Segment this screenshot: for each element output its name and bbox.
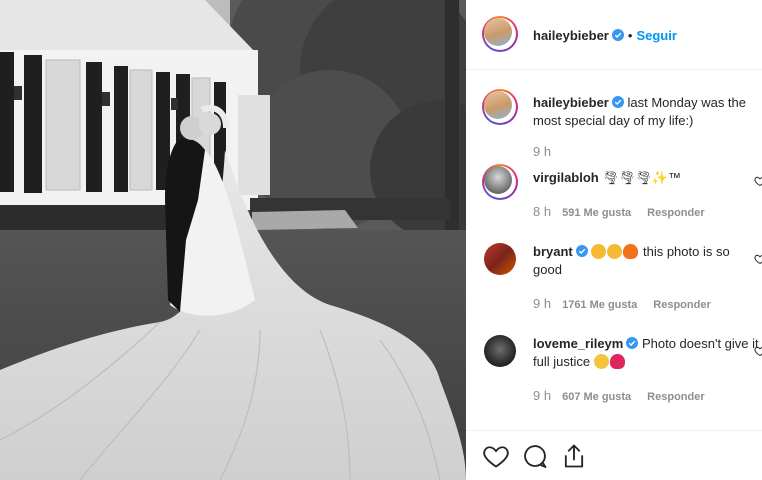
caption-username[interactable]: haileybieber xyxy=(533,95,609,110)
post-side-panel: haileybieber • Seguir haileybieber last Mo… xyxy=(466,0,762,480)
post-action-bar xyxy=(466,430,762,480)
heart-icon[interactable] xyxy=(482,442,510,470)
heart-icon[interactable] xyxy=(754,345,762,357)
reply-button[interactable]: Responder xyxy=(647,391,704,403)
clap-emoji-icon xyxy=(591,244,607,259)
comment-text-block: bryant this photo is so good xyxy=(533,243,761,279)
heart-icon[interactable] xyxy=(754,253,762,265)
follow-button[interactable]: Seguir xyxy=(636,28,676,43)
verified-badge-icon xyxy=(626,337,639,349)
share-icon[interactable] xyxy=(560,442,588,470)
reply-button[interactable]: Responder xyxy=(647,207,704,219)
verified-badge-icon xyxy=(611,96,624,108)
comment-meta: 9 h 607 Me gusta Responder xyxy=(533,388,705,403)
comment-avatar[interactable] xyxy=(484,335,516,367)
comment-text: 🌪🌪🌪✨™ xyxy=(602,170,682,185)
caption-time[interactable]: 9 h xyxy=(533,144,551,159)
verified-badge-icon xyxy=(611,29,624,41)
header-separator: • xyxy=(627,28,633,43)
reply-button[interactable]: Responder xyxy=(653,299,710,311)
comment-avatar[interactable] xyxy=(482,164,518,200)
verified-badge-icon xyxy=(575,245,588,257)
comment-text-block: virgilabloh 🌪🌪🌪✨™ xyxy=(533,169,761,187)
author-avatar[interactable] xyxy=(482,16,518,52)
caption-text-block: haileybieber last Monday was the most sp… xyxy=(533,94,761,130)
comment-username[interactable]: loveme_rileym xyxy=(533,336,623,351)
comment-avatar[interactable] xyxy=(484,243,516,275)
comment-time[interactable]: 9 h xyxy=(533,296,551,311)
author-username[interactable]: haileybieber xyxy=(533,28,609,43)
crying-emoji-icon xyxy=(593,354,609,369)
comment-meta: 9 h 1761 Me gusta Responder xyxy=(533,296,711,311)
clap-emoji-icon xyxy=(607,244,623,259)
comment-icon[interactable] xyxy=(521,442,549,470)
heart-icon[interactable] xyxy=(754,175,762,187)
comment-likes[interactable]: 591 Me gusta xyxy=(562,207,631,219)
comment-time[interactable]: 9 h xyxy=(533,388,551,403)
comment-username[interactable]: virgilabloh xyxy=(533,170,599,185)
comment-likes[interactable]: 607 Me gusta xyxy=(562,391,631,403)
comment-text-block: loveme_rileym Photo doesn't give it full… xyxy=(533,335,761,371)
caption-meta: 9 h xyxy=(533,144,562,159)
comment-likes[interactable]: 1761 Me gusta xyxy=(562,299,637,311)
red-heart-emoji-icon xyxy=(609,354,625,369)
post-header: haileybieber • Seguir xyxy=(466,0,762,70)
orange-heart-emoji-icon xyxy=(623,244,639,259)
comments-list: haileybieber last Monday was the most sp… xyxy=(466,70,762,430)
comment-meta: 8 h 591 Me gusta Responder xyxy=(533,204,705,219)
wedding-photo-illustration xyxy=(0,0,466,480)
caption-avatar[interactable] xyxy=(482,89,518,125)
post-photo[interactable] xyxy=(0,0,466,480)
comment-username[interactable]: bryant xyxy=(533,244,573,259)
comment-time[interactable]: 8 h xyxy=(533,204,551,219)
